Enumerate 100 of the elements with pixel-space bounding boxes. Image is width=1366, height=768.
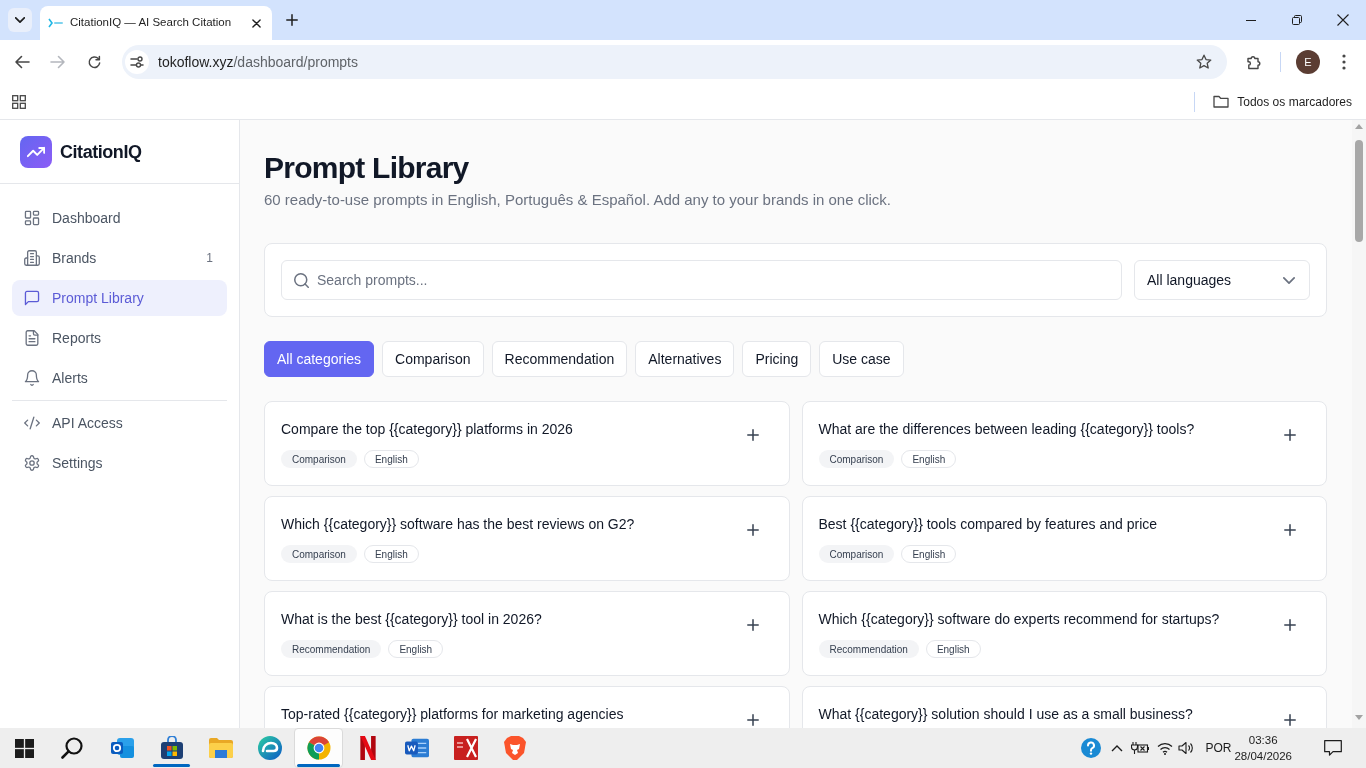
battery-plug-icon[interactable]	[1131, 742, 1150, 754]
plus-icon	[746, 619, 759, 631]
prompt-text: Which {{category}} software has the best reviews on G2?	[281, 515, 636, 534]
profile-avatar[interactable]: E	[1296, 50, 1320, 74]
bookmark-star-button[interactable]	[1196, 54, 1212, 70]
sliders-icon	[130, 56, 144, 68]
swirl-browser-icon	[257, 736, 282, 760]
brand-name: CitationIQ	[60, 140, 142, 164]
clock-time[interactable]: 03:36	[1248, 732, 1278, 748]
input-language-indicator[interactable]: POR	[1205, 740, 1232, 756]
back-arrow-icon	[14, 55, 30, 69]
scrollbar-thumb[interactable]	[1355, 140, 1363, 242]
search-field[interactable]: Search prompts...	[281, 260, 1122, 300]
prompt-text: What is the best {{category}} tool in 2026?	[281, 610, 543, 629]
code-icon	[24, 415, 40, 431]
pdf-app-icon	[453, 736, 478, 760]
building-icon	[24, 250, 40, 266]
chevron-up-icon[interactable]	[1111, 744, 1124, 752]
search-icon	[61, 737, 83, 759]
plus-icon	[1284, 429, 1296, 441]
chevron-down-icon	[1283, 276, 1295, 284]
plus-icon	[286, 14, 298, 26]
language-tag: English	[363, 450, 419, 468]
folder-icon	[1213, 95, 1230, 108]
category-filter-chip[interactable]: Use case	[819, 341, 904, 377]
prompt-text: Top-rated {{category}} platforms for marketing agencies	[281, 705, 625, 724]
language-select[interactable]: All languages	[1134, 260, 1310, 300]
document-icon	[24, 330, 40, 346]
language-tag: English	[388, 640, 444, 658]
tab-list-button[interactable]	[8, 8, 32, 32]
sidebar-nav-item[interactable]: Brands 1	[12, 240, 227, 276]
four-panes-icon	[14, 738, 34, 758]
language-tag: English	[925, 640, 981, 658]
plus-icon	[746, 714, 759, 726]
sidebar-nav-item[interactable]: Settings	[12, 445, 227, 481]
category-filter-chip[interactable]: All categories	[264, 341, 375, 377]
category-tag: Comparison	[818, 545, 895, 563]
all-bookmarks-button[interactable]: Todos os marcadores	[1213, 92, 1352, 111]
folder-app-icon	[208, 736, 233, 760]
reload-icon	[86, 54, 102, 70]
category-filter-chip[interactable]: Comparison	[382, 341, 484, 377]
chevron-down-icon	[15, 17, 25, 23]
store-bag-icon	[159, 736, 184, 760]
apps-button[interactable]	[12, 94, 26, 109]
speaker-icon[interactable]	[1178, 741, 1195, 755]
category-tag: Comparison	[281, 545, 357, 563]
category-tag: Recommendation	[818, 640, 919, 658]
sidebar-nav-item[interactable]: Prompt Library	[12, 280, 227, 316]
sidebar-nav-item[interactable]: Reports	[12, 320, 227, 356]
trend-up-icon	[27, 145, 45, 158]
language-tag: English	[363, 545, 419, 563]
minimize-icon	[1246, 19, 1256, 21]
plus-icon	[1284, 714, 1296, 726]
category-filter-chip[interactable]: Recommendation	[491, 341, 628, 377]
sidebar-nav-item[interactable]: Alerts	[12, 360, 227, 396]
browser-tab[interactable]: CitationIQ — AI Search Citation	[40, 6, 272, 40]
prompt-text: What {{category}} solution should I use as a small business?	[818, 705, 1194, 724]
sidebar-nav-item[interactable]: API Access	[12, 405, 227, 441]
mail-app-icon	[110, 736, 135, 760]
category-tag: Comparison	[818, 450, 895, 468]
plus-icon	[1284, 619, 1296, 631]
settings-icon	[24, 455, 40, 471]
category-tag: Comparison	[281, 450, 357, 468]
item-count: 1	[206, 250, 213, 266]
taskbar-app-button[interactable]	[294, 728, 343, 768]
plus-icon	[746, 429, 759, 441]
address-bar[interactable]: tokoflow.xyz/dashboard/prompts	[122, 45, 1227, 79]
help-icon[interactable]	[1081, 738, 1102, 758]
document-app-icon	[404, 736, 429, 760]
category-filter-chip[interactable]: Alternatives	[635, 341, 735, 377]
prompt-text: What are the differences between leading {{category}} tools?	[818, 420, 1196, 439]
close-icon	[1337, 14, 1349, 26]
site-favicon-icon	[48, 18, 64, 28]
speech-bubble-icon	[1324, 740, 1342, 756]
search-icon	[294, 272, 309, 288]
category-filter-chip[interactable]: Pricing	[742, 341, 812, 377]
star-icon	[1196, 54, 1212, 70]
page-subtitle: 60 ready-to-use prompts in English, Português & Español. Add any to your brands in one click.	[264, 190, 893, 210]
forward-arrow-icon	[50, 55, 66, 69]
restore-icon	[1292, 15, 1302, 25]
site-info-button[interactable]	[125, 50, 149, 74]
sidebar-nav-item[interactable]: Dashboard	[12, 200, 227, 236]
prompt-text: Best {{category}} tools compared by features and price	[818, 515, 1159, 534]
close-icon	[251, 18, 261, 28]
category-tag: Recommendation	[281, 640, 382, 658]
prompt-text: Which {{category}} software do experts recommend for startups?	[818, 610, 1221, 629]
lion-shield-icon	[502, 736, 527, 760]
language-tag: English	[901, 545, 957, 563]
puzzle-icon	[1246, 54, 1262, 70]
grid-icon	[12, 94, 26, 109]
prompt-text: Compare the top {{category}} platforms in 2026	[281, 420, 574, 439]
search-input[interactable]: Search prompts...	[317, 270, 1109, 290]
plus-icon	[746, 524, 759, 536]
clock-date[interactable]: 28/04/2026	[1234, 748, 1292, 764]
language-tag: English	[901, 450, 957, 468]
round-browser-icon	[306, 736, 331, 760]
url-text[interactable]: tokoflow.xyz/dashboard/prompts	[158, 51, 358, 73]
plus-icon	[1284, 524, 1296, 536]
wifi-icon[interactable]	[1157, 741, 1174, 755]
dashboard-icon	[24, 210, 40, 226]
